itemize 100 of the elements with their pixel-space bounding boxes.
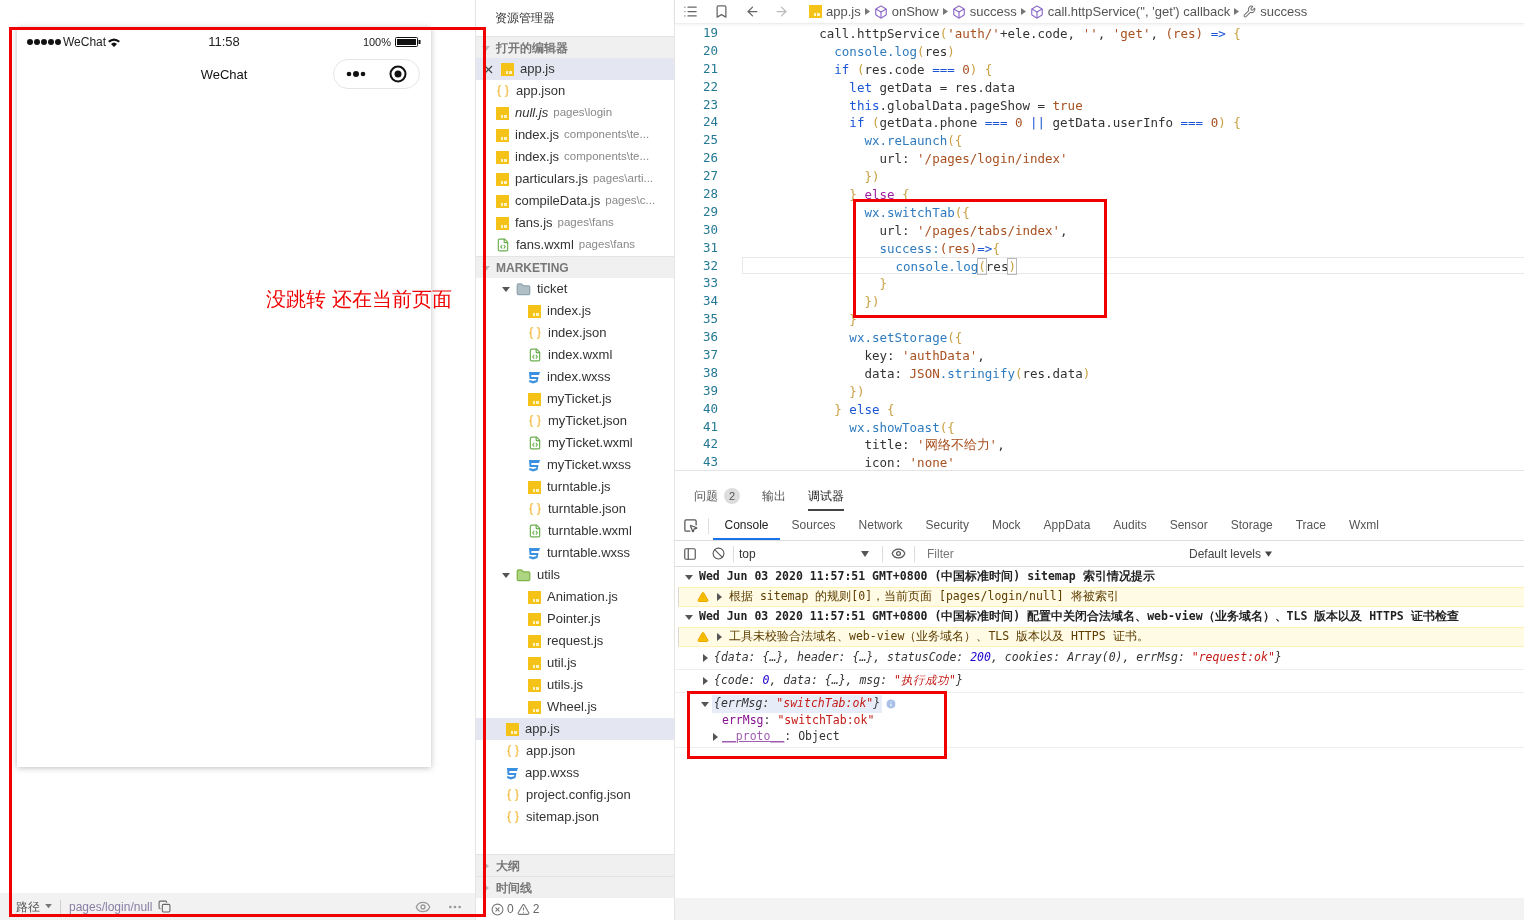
object-preview[interactable]: {code: 0, data: {…}, msg: "执行成功"} [712, 672, 965, 690]
devtools-tab[interactable]: Trace [1284, 511, 1338, 540]
file-item[interactable]: sitemap.json [476, 806, 674, 828]
inspect-icon[interactable] [683, 518, 698, 533]
file-item[interactable]: request.js [476, 630, 674, 652]
group-header[interactable]: Wed Jun 03 2020 11:57:51 GMT+0800 (中国标准时间) 配置中关闭合法域名、web-view（业务域名）、TLS 版本以及 HTTPS 证书检查 [699, 608, 1459, 626]
file-item[interactable]: utils.js [476, 674, 674, 696]
object-preview[interactable]: {data: {…}, header: {…}, statusCode: 200, cookies: Array(0), errMsg: "request:ok"} [712, 649, 1284, 667]
list-icon[interactable] [683, 4, 698, 19]
file-name: Wheel.js [547, 698, 597, 717]
levels-dropdown[interactable]: Default levels [1189, 544, 1273, 563]
file-name: Pointer.js [547, 610, 601, 629]
open-editor-item[interactable]: null.js pages\login [476, 102, 674, 124]
folder-item[interactable]: ticket [476, 278, 674, 300]
file-name: request.js [547, 632, 604, 651]
devtools-tab[interactable]: Mock [980, 511, 1033, 540]
js-file-icon [501, 62, 514, 76]
file-item[interactable]: Animation.js [476, 586, 674, 608]
open-editor-item[interactable]: particulars.js pages\arti... [476, 168, 674, 190]
devtools-tab[interactable]: Security [914, 511, 981, 540]
js-file-icon [528, 392, 541, 406]
caret-down-icon[interactable] [502, 285, 510, 293]
devtools-tab[interactable]: AppData [1032, 511, 1102, 540]
eye-icon[interactable] [891, 546, 906, 561]
panel-tab[interactable]: 调试器 [808, 483, 844, 511]
open-editor-item[interactable]: index.js components\te... [476, 124, 674, 146]
folder-item[interactable]: utils [476, 564, 674, 586]
caret-right-icon[interactable] [715, 593, 723, 601]
code-file-icon [528, 436, 542, 450]
devtools-tab[interactable]: Network [847, 511, 915, 540]
caret-down-icon[interactable] [685, 613, 693, 621]
open-editor-item[interactable]: app.js [476, 58, 674, 80]
path-label[interactable]: 路径 [16, 897, 40, 916]
file-item[interactable]: turntable.js [476, 476, 674, 498]
open-editor-item[interactable]: index.js components\te... [476, 146, 674, 168]
copy-icon[interactable] [158, 900, 172, 913]
file-item[interactable]: myTicket.wxss [476, 454, 674, 476]
file-item[interactable]: index.js [476, 300, 674, 322]
file-item[interactable]: turntable.wxss [476, 542, 674, 564]
open-editor-item[interactable]: app.json [476, 80, 674, 102]
file-item[interactable]: turntable.wxml [476, 520, 674, 542]
caret-down-icon[interactable] [685, 573, 693, 581]
group-header[interactable]: Wed Jun 03 2020 11:57:51 GMT+0800 (中国标准时间) sitemap 索引情况提示 [699, 568, 1155, 586]
open-editor-item[interactable]: fans.wxml pages\fans [476, 234, 674, 256]
clear-icon[interactable] [712, 547, 725, 560]
object-preview[interactable]: {errMsg: "switchTab:ok"} [712, 695, 883, 713]
breadcrumb-item[interactable]: success [969, 1, 1017, 22]
caret-right-icon[interactable] [711, 733, 719, 741]
file-item[interactable]: index.wxml [476, 344, 674, 366]
error-count[interactable]: 0 [507, 900, 514, 918]
devtools-tab[interactable]: Console [713, 511, 781, 540]
sidebar-toggle-icon[interactable] [683, 546, 697, 561]
breadcrumb-item[interactable]: onShow [891, 1, 939, 22]
section-header[interactable]: MARKETING [476, 256, 674, 278]
file-item[interactable]: util.js [476, 652, 674, 674]
cube-icon [873, 4, 888, 19]
file-path: pages\login [553, 105, 613, 121]
caret-right-icon[interactable] [701, 654, 709, 662]
capsule-menu[interactable] [333, 59, 420, 89]
section-header[interactable]: 时间线 [476, 876, 674, 898]
warning-count[interactable]: 2 [532, 900, 540, 918]
devtools-tab[interactable]: Wxml [1337, 511, 1391, 540]
section-header[interactable]: 打开的编辑器 [476, 36, 674, 58]
file-item[interactable]: index.wxss [476, 366, 674, 388]
devtools-tab[interactable]: Sources [780, 511, 848, 540]
panel-tab[interactable]: 输出 [762, 483, 786, 511]
file-item[interactable]: myTicket.json [476, 410, 674, 432]
caret-down-icon[interactable] [502, 571, 510, 579]
caret-down-icon[interactable] [45, 904, 52, 909]
devtools-tab[interactable]: Storage [1219, 511, 1285, 540]
bookmark-icon[interactable] [714, 4, 729, 19]
file-item[interactable]: app.json [476, 740, 674, 762]
breadcrumb-item[interactable]: success [1260, 1, 1308, 22]
devtools-tab[interactable]: Audits [1101, 511, 1159, 540]
file-item[interactable]: app.wxss [476, 762, 674, 784]
caret-right-icon[interactable] [701, 677, 709, 685]
devtools-tab[interactable]: Sensor [1158, 511, 1220, 540]
folder-icon [516, 567, 531, 583]
file-item[interactable]: myTicket.js [476, 388, 674, 410]
open-editor-item[interactable]: fans.js pages\fans [476, 212, 674, 234]
file-item[interactable]: Wheel.js [476, 696, 674, 718]
open-editor-item[interactable]: compileData.js pages\c... [476, 190, 674, 212]
breadcrumb-item[interactable]: call.httpService('', 'get') callback [1047, 1, 1231, 22]
panel-tab[interactable]: 问题 2 [694, 483, 740, 511]
file-item[interactable]: myTicket.wxml [476, 432, 674, 454]
section-header[interactable]: 大纲 [476, 854, 674, 876]
file-item[interactable]: turntable.json [476, 498, 674, 520]
caret-down-icon[interactable] [701, 700, 709, 708]
warning-icon[interactable] [516, 902, 530, 916]
file-item[interactable]: app.js [476, 718, 674, 740]
file-item[interactable]: index.json [476, 322, 674, 344]
context-select[interactable]: top [734, 544, 874, 563]
error-icon[interactable] [491, 902, 504, 916]
file-item[interactable]: Pointer.js [476, 608, 674, 630]
caret-right-icon[interactable] [715, 633, 723, 641]
breadcrumb-item[interactable]: app.js [826, 1, 861, 22]
more-dots-icon[interactable] [345, 71, 366, 77]
file-item[interactable]: project.config.json [476, 784, 674, 806]
target-icon[interactable] [389, 65, 408, 83]
battery-percent: 100% [362, 34, 391, 50]
